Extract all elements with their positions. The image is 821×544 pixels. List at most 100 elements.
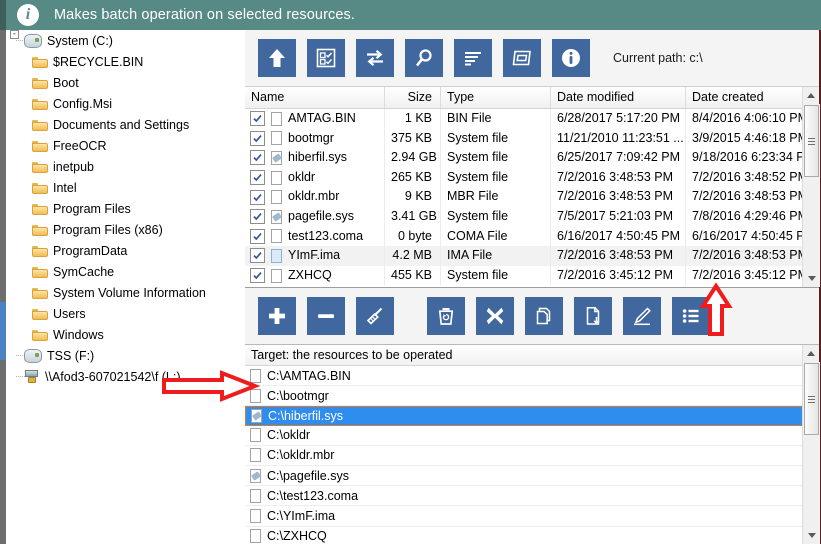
tree-item[interactable]: $RECYCLE.BIN — [6, 51, 243, 72]
tree-item[interactable]: - System (C:) — [6, 30, 243, 51]
target-list[interactable]: C:\AMTAG.BIN C:\bootmgr C:\hiberfil.sys C:\… — [245, 366, 819, 544]
row-checkbox[interactable] — [250, 150, 265, 166]
row-checkbox[interactable] — [250, 130, 265, 146]
tree-item[interactable]: Users — [6, 303, 243, 324]
list-item[interactable]: C:\AMTAG.BIN — [245, 366, 819, 387]
remove-icon[interactable] — [307, 297, 345, 335]
row-checkbox[interactable] — [250, 111, 265, 127]
scroll-thumb[interactable] — [804, 363, 819, 435]
table-row[interactable]: hiberfil.sys 2.94 GB System file 6/25/2017 … — [245, 148, 819, 168]
table-row[interactable]: YImF.ima 4.2 MB IMA File 7/2/2016 3:48:53 P… — [245, 246, 819, 266]
move-file-icon[interactable] — [574, 297, 612, 335]
file-name: pagefile.sys — [288, 208, 355, 223]
file-name: test123.coma — [288, 228, 364, 243]
file-date-created: 7/2/2016 3:48:53 PM — [686, 187, 819, 207]
list-icon[interactable] — [454, 39, 492, 77]
table-row[interactable]: okldr.mbr 9 KB MBR File 7/2/2016 3:48:53 PM… — [245, 187, 819, 207]
tree-item[interactable]: FreeOCR — [6, 135, 243, 156]
column-header[interactable]: Type — [441, 87, 551, 108]
table-row[interactable]: bootmgr 375 KB System file 11/21/2010 11:23… — [245, 128, 819, 149]
list-item[interactable]: C:\test123.coma — [245, 486, 819, 507]
drive-icon — [24, 33, 42, 48]
file-size: 2.94 GB — [385, 148, 441, 168]
list-item[interactable]: C:\pagefile.sys — [245, 466, 819, 487]
list-item[interactable]: C:\bootmgr — [245, 386, 819, 407]
row-checkbox[interactable] — [250, 170, 265, 186]
file-list-rows[interactable]: AMTAG.BIN 1 KB BIN File 6/28/2017 5:17:20 P… — [245, 109, 819, 287]
scroll-down-button[interactable] — [803, 270, 820, 287]
info-icon: i — [17, 4, 39, 26]
table-row[interactable]: okldr 265 KB System file 7/2/2016 3:48:53 P… — [245, 167, 819, 188]
tree-item[interactable]: Config.Msi — [6, 93, 243, 114]
list-item[interactable]: C:\hiberfil.sys — [245, 406, 819, 426]
table-row[interactable]: ZXHCQ 455 KB System file 7/2/2016 3:45:12 P… — [245, 265, 819, 286]
up-arrow-icon[interactable] — [258, 39, 296, 77]
tree-expander[interactable]: - — [10, 30, 19, 39]
column-header[interactable]: Date created — [686, 87, 819, 108]
row-checkbox[interactable] — [250, 209, 265, 225]
delete-x-icon[interactable] — [476, 297, 514, 335]
scroll-up-button[interactable] — [803, 345, 819, 362]
target-list-scrollbar[interactable] — [802, 345, 820, 544]
target-path: C:\hiberfil.sys — [268, 408, 344, 423]
scroll-thumb[interactable] — [804, 105, 819, 177]
file-date-created: 7/2/2016 3:48:52 PM — [686, 167, 819, 188]
list-item[interactable]: C:\okldr.mbr — [245, 446, 819, 466]
file-date-created: 8/4/2016 4:06:10 PM — [686, 109, 819, 129]
swap-icon[interactable] — [356, 39, 394, 77]
select-all-icon[interactable] — [307, 39, 345, 77]
tree-item[interactable]: Windows — [6, 324, 243, 345]
folder-tree[interactable]: - System (C:) $RECYCLE.BIN Boot Config.Msi Do… — [6, 30, 243, 544]
row-checkbox[interactable] — [250, 189, 265, 205]
list-item[interactable]: C:\okldr — [245, 426, 819, 446]
file-icon — [250, 529, 262, 544]
application-window: i Makes batch operation on selected reso… — [0, 0, 821, 544]
file-date-created: 7/8/2016 4:29:46 PM — [686, 206, 819, 227]
file-list-scrollbar[interactable] — [802, 87, 820, 287]
table-row[interactable]: test123.coma 0 byte COMA File 6/16/2017 4:5… — [245, 226, 819, 247]
tree-item[interactable]: TSS (F:) — [6, 345, 243, 366]
row-checkbox[interactable] — [250, 228, 265, 244]
tree-item[interactable]: Documents and Settings — [6, 114, 243, 135]
table-row[interactable]: AMTAG.BIN 1 KB BIN File 6/28/2017 5:17:20 P… — [245, 109, 819, 129]
table-row[interactable]: pagefile.sys 3.41 GB System file 7/5/2017 5… — [245, 206, 819, 227]
column-header[interactable]: Date modified — [551, 87, 686, 108]
list-item[interactable]: C:\ZXHCQ — [245, 527, 819, 544]
tree-item[interactable]: Program Files — [6, 198, 243, 219]
file-icon — [271, 229, 283, 244]
tree-item[interactable]: Intel — [6, 177, 243, 198]
window-icon[interactable] — [503, 39, 541, 77]
tree-item[interactable]: ProgramData — [6, 240, 243, 261]
file-icon — [271, 170, 283, 185]
search-icon[interactable] — [405, 39, 443, 77]
list-item[interactable]: C:\YImF.ima — [245, 506, 819, 527]
tree-item[interactable]: Boot — [6, 72, 243, 93]
file-list-header[interactable]: Name Size Type Date modified Date created — [245, 87, 819, 109]
action-toolbar — [245, 288, 819, 345]
properties-list-icon[interactable] — [672, 297, 710, 335]
tree-item[interactable]: Program Files (x86) — [6, 219, 243, 240]
row-checkbox[interactable] — [250, 248, 265, 264]
tree-item-label: Config.Msi — [53, 96, 113, 111]
file-type: MBR File — [441, 187, 551, 207]
tree-item[interactable]: \\Afod3-607021542\f (L:) — [6, 366, 243, 387]
file-size: 3.41 GB — [385, 206, 441, 227]
file-icon — [250, 508, 262, 523]
row-checkbox[interactable] — [250, 268, 265, 284]
tree-item-label: ProgramData — [53, 243, 128, 258]
column-header[interactable]: Size — [385, 87, 441, 108]
add-icon[interactable] — [258, 297, 296, 335]
tree-item[interactable]: SymCache — [6, 261, 243, 282]
target-path: C:\ZXHCQ — [267, 529, 327, 544]
scroll-up-button[interactable] — [803, 87, 819, 104]
folder-icon — [32, 287, 48, 299]
clear-broom-icon[interactable] — [356, 297, 394, 335]
tree-item[interactable]: inetpub — [6, 156, 243, 177]
recycle-bin-icon[interactable] — [427, 297, 465, 335]
column-header[interactable]: Name — [245, 87, 385, 108]
tree-item[interactable]: System Volume Information — [6, 282, 243, 303]
rename-pencil-icon[interactable] — [623, 297, 661, 335]
copy-icon[interactable] — [525, 297, 563, 335]
info-icon[interactable] — [552, 39, 590, 77]
scroll-down-button[interactable] — [803, 527, 820, 544]
